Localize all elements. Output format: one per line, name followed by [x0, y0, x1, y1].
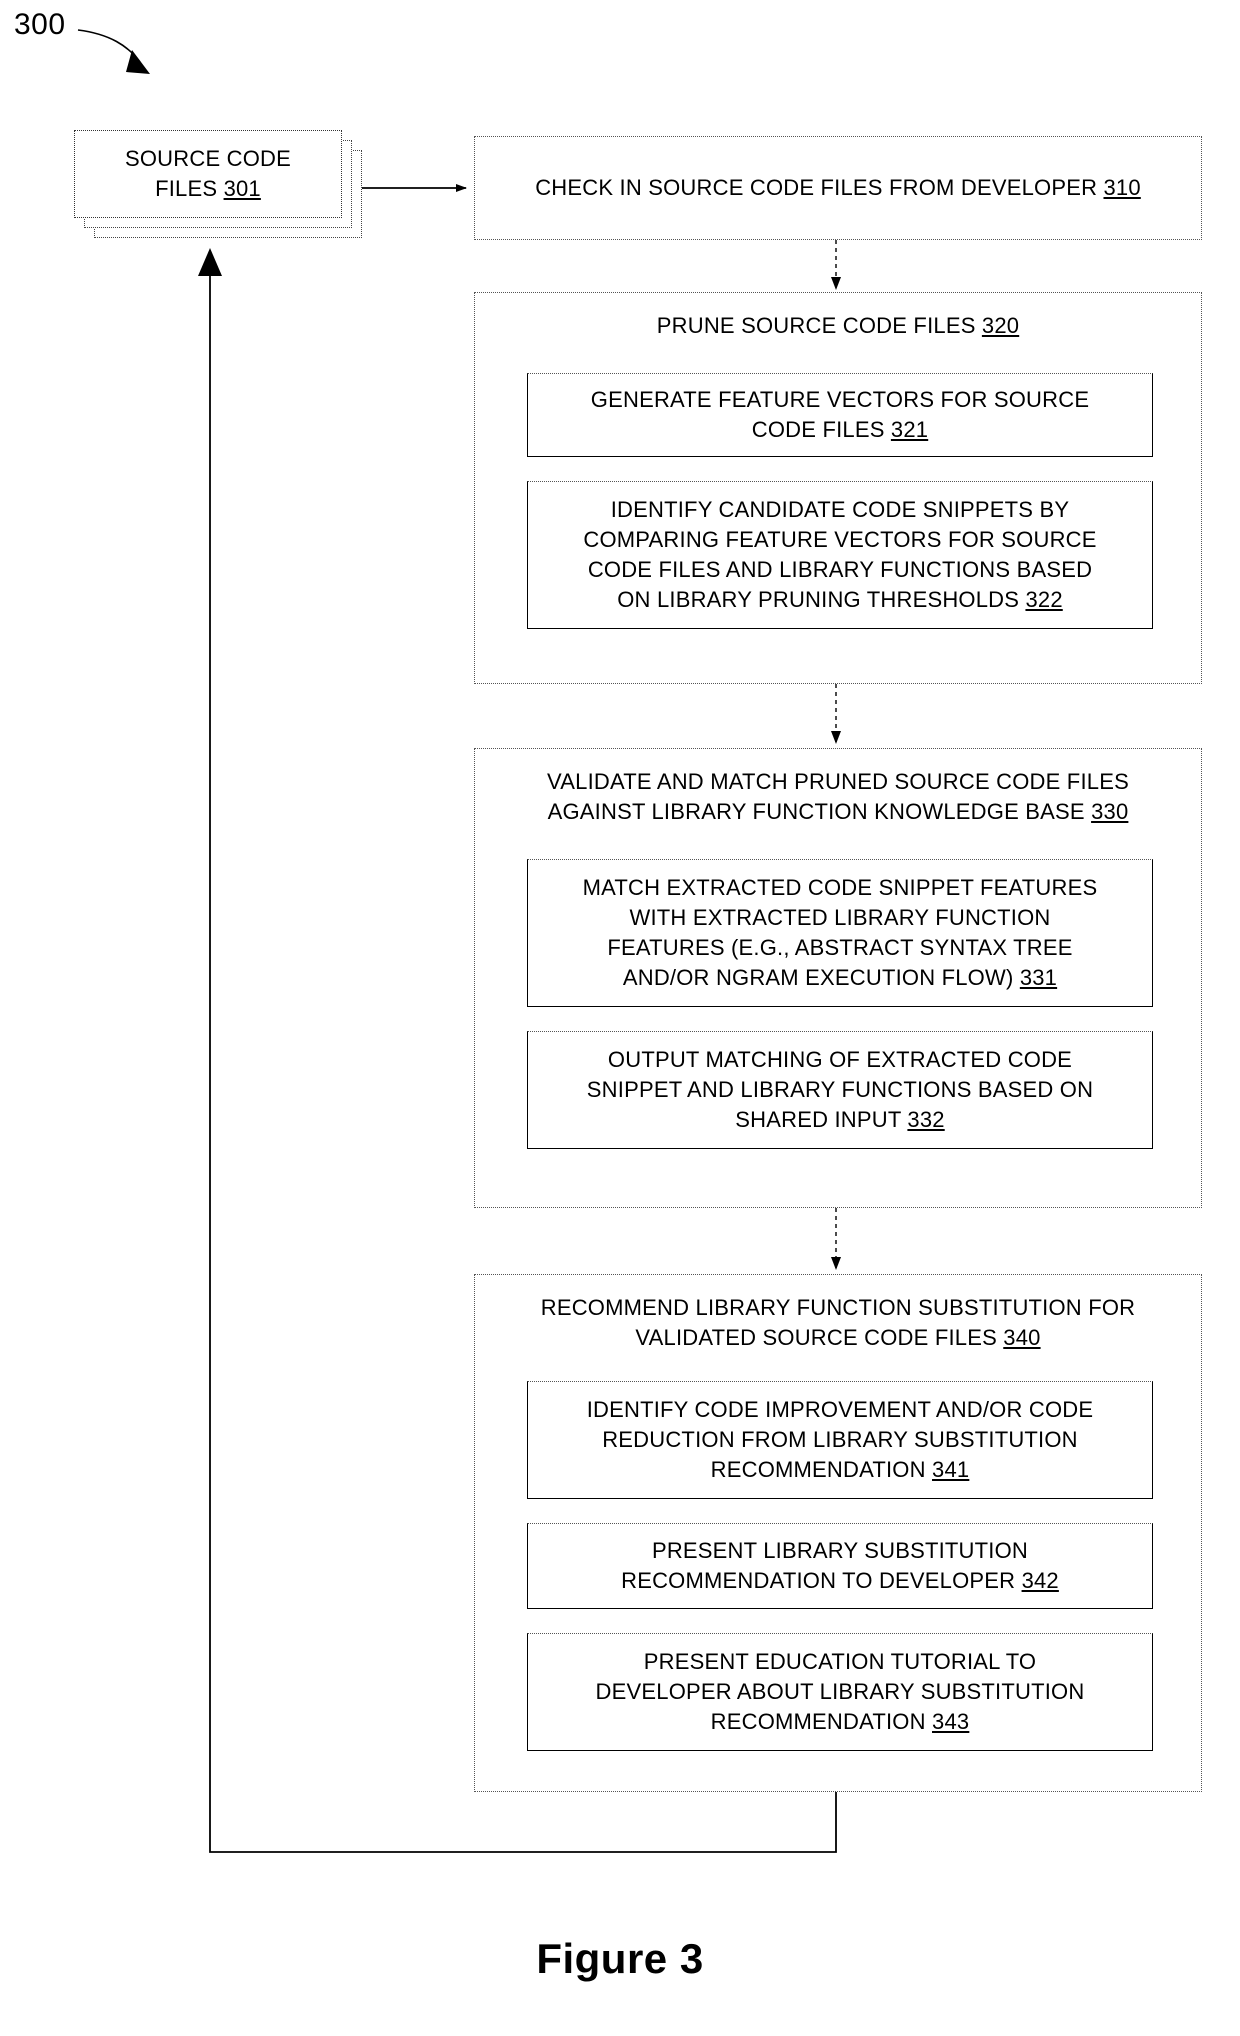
group-340-ref: 340: [1003, 1325, 1041, 1350]
group-330-heading-line2: AGAINST LIBRARY FUNCTION KNOWLEDGE BASE: [547, 799, 1085, 824]
step-331-label: MATCH EXTRACTED CODE SNIPPET FEATURES WI…: [569, 873, 1112, 993]
step-331-ref: 331: [1019, 965, 1058, 990]
step-321-line1: GENERATE FEATURE VECTORS FOR SOURCE: [590, 387, 1090, 412]
step-332-ref: 332: [907, 1107, 945, 1132]
step-342-ref: 342: [1021, 1568, 1059, 1593]
group-320-heading-text: PRUNE SOURCE CODE FILES: [656, 313, 976, 338]
step-341-label: IDENTIFY CODE IMPROVEMENT AND/OR CODE RE…: [573, 1395, 1108, 1485]
step-343-box[interactable]: PRESENT EDUCATION TUTORIAL TO DEVELOPER …: [527, 1633, 1153, 1751]
step-322-line3: CODE FILES AND LIBRARY FUNCTIONS BASED: [587, 557, 1093, 582]
step-321-box[interactable]: GENERATE FEATURE VECTORS FOR SOURCE CODE…: [527, 373, 1153, 457]
step-322-ref: 322: [1025, 587, 1063, 612]
group-330-ref: 330: [1091, 799, 1129, 824]
group-330-box[interactable]: VALIDATE AND MATCH PRUNED SOURCE CODE FI…: [474, 748, 1202, 1208]
source-code-files-line1: SOURCE CODE: [125, 146, 291, 171]
source-code-files-ref: 301: [223, 176, 261, 201]
step-321-ref: 321: [890, 417, 929, 442]
step-310-label: CHECK IN SOURCE CODE FILES FROM DEVELOPE…: [525, 173, 1151, 203]
step-310-text: CHECK IN SOURCE CODE FILES FROM DEVELOPE…: [535, 175, 1098, 200]
step-322-box[interactable]: IDENTIFY CANDIDATE CODE SNIPPETS BY COMP…: [527, 481, 1153, 629]
group-320-ref: 320: [981, 313, 1020, 338]
step-322-line1: IDENTIFY CANDIDATE CODE SNIPPETS BY: [610, 497, 1070, 522]
step-342-label: PRESENT LIBRARY SUBSTITUTION RECOMMENDAT…: [607, 1536, 1073, 1596]
step-341-line2: REDUCTION FROM LIBRARY SUBSTITUTION: [602, 1427, 1078, 1452]
step-332-box[interactable]: OUTPUT MATCHING OF EXTRACTED CODE SNIPPE…: [527, 1031, 1153, 1149]
step-322-label: IDENTIFY CANDIDATE CODE SNIPPETS BY COMP…: [569, 495, 1110, 615]
step-331-line4: AND/OR NGRAM EXECUTION FLOW): [622, 965, 1014, 990]
step-332-line3: SHARED INPUT: [735, 1107, 902, 1132]
step-321-label: GENERATE FEATURE VECTORS FOR SOURCE CODE…: [577, 385, 1103, 445]
source-code-files-box[interactable]: SOURCE CODE FILES 301: [74, 130, 342, 218]
step-343-line3: RECOMMENDATION: [710, 1709, 926, 1734]
step-331-box[interactable]: MATCH EXTRACTED CODE SNIPPET FEATURES WI…: [527, 859, 1153, 1007]
figure-canvas: 300 SOURCE CODE FILES 301 CHECK IN SOURC…: [0, 0, 1240, 2036]
step-321-line2: CODE FILES: [751, 417, 885, 442]
step-341-box[interactable]: IDENTIFY CODE IMPROVEMENT AND/OR CODE RE…: [527, 1381, 1153, 1499]
step-341-line3: RECOMMENDATION: [710, 1457, 926, 1482]
figure-caption: Figure 3: [536, 1935, 704, 1982]
group-340-box[interactable]: RECOMMEND LIBRARY FUNCTION SUBSTITUTION …: [474, 1274, 1202, 1792]
step-342-box[interactable]: PRESENT LIBRARY SUBSTITUTION RECOMMENDAT…: [527, 1523, 1153, 1609]
group-330-heading-line1: VALIDATE AND MATCH PRUNED SOURCE CODE FI…: [547, 769, 1129, 794]
step-343-line1: PRESENT EDUCATION TUTORIAL TO: [643, 1649, 1037, 1674]
step-342-line2: RECOMMENDATION TO DEVELOPER: [621, 1568, 1016, 1593]
step-341-ref: 341: [932, 1457, 970, 1482]
group-330-heading: VALIDATE AND MATCH PRUNED SOURCE CODE FI…: [475, 749, 1201, 827]
step-331-line3: FEATURES (E.G., ABSTRACT SYNTAX TREE: [607, 935, 1073, 960]
figure-reference-number: 300: [14, 8, 66, 41]
step-331-line2: WITH EXTRACTED LIBRARY FUNCTION: [629, 905, 1051, 930]
step-322-line4: ON LIBRARY PRUNING THRESHOLDS: [617, 587, 1020, 612]
step-332-line2: SNIPPET AND LIBRARY FUNCTIONS BASED ON: [586, 1077, 1094, 1102]
group-320-box[interactable]: PRUNE SOURCE CODE FILES 320 GENERATE FEA…: [474, 292, 1202, 684]
step-341-line1: IDENTIFY CODE IMPROVEMENT AND/OR CODE: [586, 1397, 1094, 1422]
group-320-heading: PRUNE SOURCE CODE FILES 320: [475, 293, 1201, 341]
group-340-heading-line1: RECOMMEND LIBRARY FUNCTION SUBSTITUTION …: [540, 1295, 1136, 1320]
step-342-line1: PRESENT LIBRARY SUBSTITUTION: [651, 1538, 1028, 1563]
step-332-label: OUTPUT MATCHING OF EXTRACTED CODE SNIPPE…: [573, 1045, 1107, 1135]
source-code-files-line2: FILES: [155, 176, 218, 201]
step-322-line2: COMPARING FEATURE VECTORS FOR SOURCE: [583, 527, 1097, 552]
step-343-ref: 343: [932, 1709, 970, 1734]
step-343-label: PRESENT EDUCATION TUTORIAL TO DEVELOPER …: [582, 1647, 1099, 1737]
group-340-heading-line2: VALIDATED SOURCE CODE FILES: [635, 1325, 997, 1350]
group-340-heading: RECOMMEND LIBRARY FUNCTION SUBSTITUTION …: [475, 1275, 1201, 1353]
step-310-ref: 310: [1103, 175, 1141, 200]
step-310-box[interactable]: CHECK IN SOURCE CODE FILES FROM DEVELOPE…: [474, 136, 1202, 240]
step-331-line1: MATCH EXTRACTED CODE SNIPPET FEATURES: [582, 875, 1098, 900]
step-332-line1: OUTPUT MATCHING OF EXTRACTED CODE: [607, 1047, 1073, 1072]
source-code-files-label: SOURCE CODE FILES 301: [115, 144, 301, 204]
source-code-files-stack[interactable]: SOURCE CODE FILES 301: [74, 130, 364, 260]
step-343-line2: DEVELOPER ABOUT LIBRARY SUBSTITUTION: [595, 1679, 1085, 1704]
